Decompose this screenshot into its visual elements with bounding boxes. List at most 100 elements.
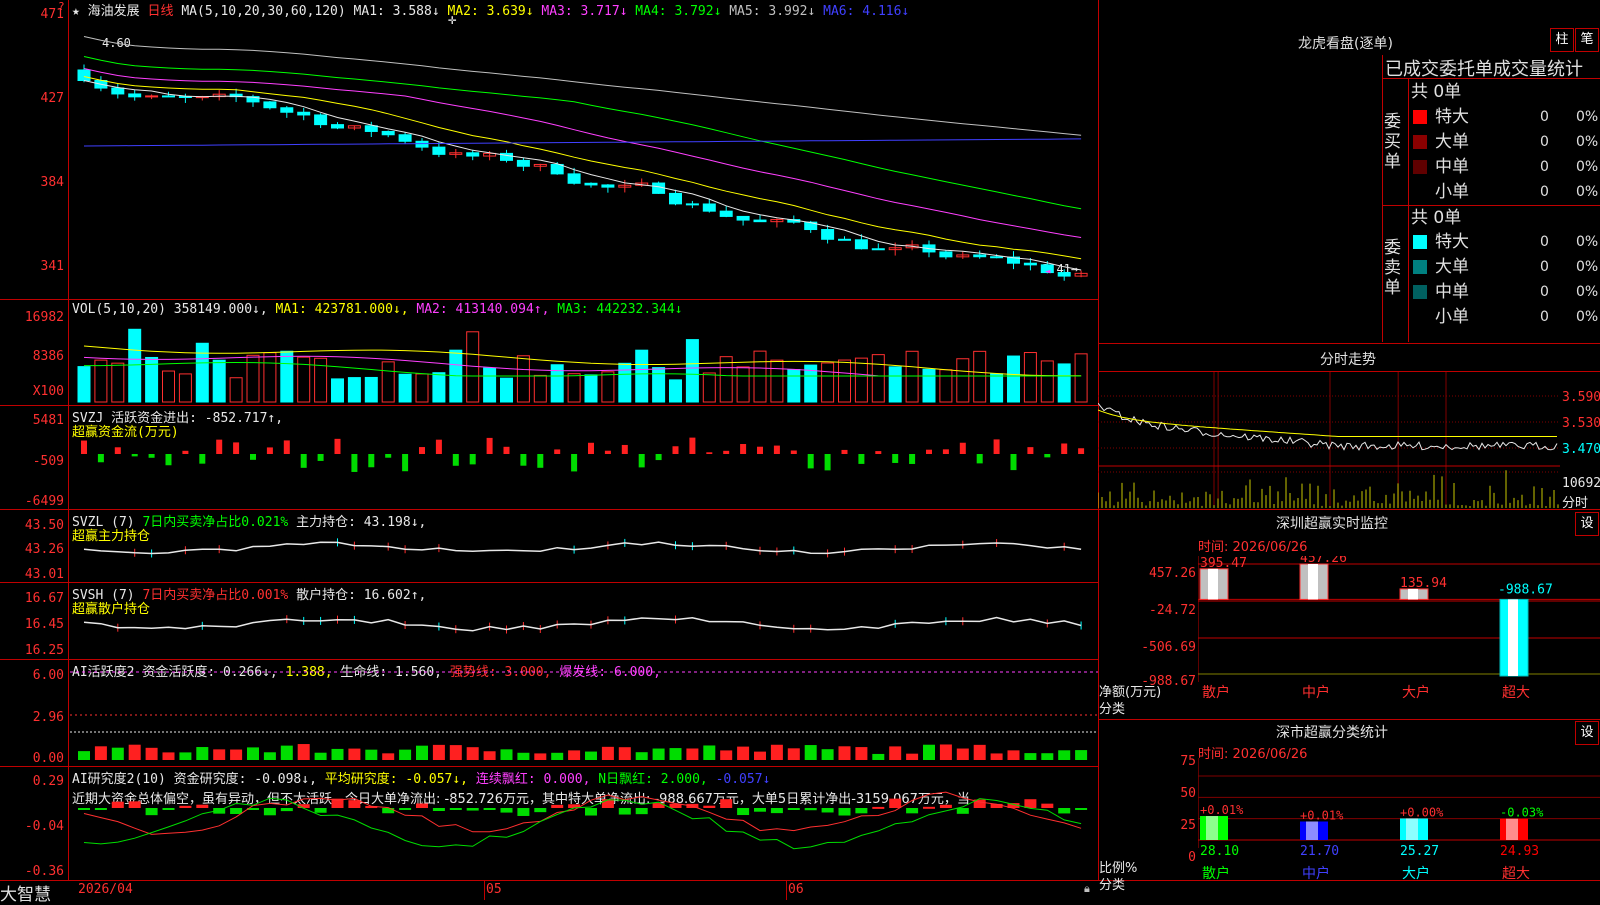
activity-bar bbox=[838, 746, 851, 760]
fund-flow-bar bbox=[1061, 443, 1068, 454]
monitor-settings-button[interactable]: 设 bbox=[1575, 512, 1599, 536]
candle-body bbox=[432, 146, 446, 155]
app-logo[interactable]: 大智慧 bbox=[0, 880, 51, 905]
ai-active-ytick: 6.00 bbox=[32, 668, 64, 683]
volume-bar bbox=[347, 377, 361, 403]
longhu-divider bbox=[1382, 78, 1600, 79]
volume-bar bbox=[669, 379, 682, 403]
fund-flow-bar bbox=[723, 450, 730, 454]
fund-flow-bar bbox=[790, 450, 797, 454]
classify-category-label: 散户 bbox=[1202, 865, 1230, 882]
activity-bar bbox=[703, 745, 716, 760]
monitor-category-label: 散户 bbox=[1202, 684, 1230, 701]
volume-bar bbox=[94, 359, 108, 403]
classify-settings-button[interactable]: 设 bbox=[1575, 721, 1599, 745]
monitor-bottom-border bbox=[1098, 719, 1600, 720]
divider-svzl-svsh bbox=[0, 582, 1098, 583]
period-label[interactable]: 日线 bbox=[148, 4, 174, 19]
classify-change-label: +0.01% bbox=[1200, 803, 1244, 817]
info-marker-icon[interactable]: ? bbox=[58, 0, 65, 13]
fund-flow-bar bbox=[351, 454, 358, 472]
volume-bar bbox=[787, 369, 801, 403]
fund-flow-bar bbox=[368, 454, 375, 468]
research-bar bbox=[855, 808, 868, 814]
fund-flow-bar bbox=[638, 454, 645, 468]
fund-flow-bar bbox=[926, 449, 932, 454]
sell-row-label: 特大 bbox=[1435, 232, 1469, 252]
fund-flow-bar bbox=[216, 439, 223, 454]
price-candles-svg[interactable]: ◄ bbox=[70, 18, 1098, 298]
volume-bars-svg[interactable] bbox=[70, 316, 1098, 404]
activity-bar bbox=[432, 744, 445, 760]
sell-row-label: 小单 bbox=[1435, 307, 1469, 327]
sell-total: 共 0单 bbox=[1411, 208, 1462, 228]
activity-bar bbox=[720, 750, 733, 760]
activity-bar bbox=[466, 747, 479, 760]
activity-bar bbox=[365, 749, 378, 760]
lock-icon[interactable]: 🔒︎ bbox=[1084, 882, 1090, 896]
classify-value-label: 24.93 bbox=[1500, 844, 1539, 859]
candle-body bbox=[1023, 262, 1037, 266]
activity-bar bbox=[652, 748, 665, 760]
classify-change-label: +0.00% bbox=[1400, 805, 1444, 819]
activity-bar bbox=[635, 752, 648, 760]
star-icon[interactable]: ★ bbox=[72, 4, 80, 19]
ai-active-svg[interactable] bbox=[70, 670, 1098, 765]
longhu-left-border bbox=[1382, 55, 1383, 342]
bar-view-button[interactable]: 柱 bbox=[1550, 28, 1574, 52]
tick-view-button[interactable]: 笔 bbox=[1575, 28, 1599, 52]
volume-bar bbox=[567, 373, 581, 403]
svzl-line-svg[interactable] bbox=[70, 520, 1098, 582]
volume-bar bbox=[838, 359, 851, 403]
intraday-ytick: 3.590 bbox=[1562, 390, 1600, 405]
classify-bar-highlight bbox=[1406, 818, 1418, 840]
vol-panel-header: VOL(5,10,20) 358149.000↓, MA1: 423781.00… bbox=[72, 302, 683, 317]
divider-ai-research bbox=[0, 766, 1098, 767]
activity-bar bbox=[382, 753, 395, 760]
fund-flow-bar bbox=[892, 454, 899, 463]
activity-bar bbox=[230, 749, 243, 760]
candle-body bbox=[128, 93, 142, 98]
monitor-bars-svg[interactable]: 395.47 散户 457.26 中户 135.94 大户 -988.67 超大 bbox=[1198, 556, 1600, 720]
x-axis-label: 06 bbox=[788, 882, 804, 897]
activity-bar bbox=[1007, 750, 1020, 760]
buy-color-swatch bbox=[1413, 110, 1427, 124]
vol-ma3: MA3: 442232.344↓ bbox=[557, 302, 683, 317]
research-bar bbox=[787, 808, 800, 810]
svzl-ytick: 43.50 bbox=[24, 518, 64, 533]
research-bar bbox=[128, 801, 141, 808]
fund-flow-bar bbox=[655, 454, 662, 461]
volume-bar bbox=[111, 362, 125, 403]
activity-bar bbox=[601, 746, 614, 760]
volume-bar bbox=[1007, 355, 1020, 403]
intraday-price-line bbox=[1098, 402, 1558, 451]
svsh-line-svg[interactable] bbox=[70, 594, 1098, 658]
classify-xlabel: 分类 bbox=[1099, 878, 1126, 893]
activity-bar bbox=[855, 747, 868, 760]
fund-flow-bar bbox=[554, 449, 561, 454]
intraday-svg[interactable] bbox=[1098, 372, 1560, 509]
fund-flow-bar bbox=[689, 437, 696, 454]
activity-bar bbox=[348, 748, 361, 760]
activity-bar bbox=[973, 744, 986, 760]
volume-bar bbox=[178, 373, 192, 403]
volume-bar bbox=[601, 371, 615, 403]
volume-bar bbox=[229, 377, 243, 403]
fund-flow-bar bbox=[571, 454, 578, 472]
fund-flow-bar bbox=[334, 438, 341, 454]
classify-bars-svg[interactable]: +0.01% 28.10 散户 +0.01% 21.70 中户 +0.00% 25.27 大户 -… bbox=[1198, 758, 1600, 900]
monitor-bar-label: -988.67 bbox=[1498, 582, 1553, 597]
fund-flow-bar bbox=[283, 440, 290, 454]
price-ytick: 471 bbox=[40, 7, 64, 22]
volume-bar bbox=[922, 368, 936, 403]
activity-bar bbox=[517, 752, 530, 760]
marker-icon: ◄ bbox=[1045, 267, 1051, 277]
ma-values: MA1: 3.588↓ MA2: 3.639↓ MA3: 3.717↓ MA4:… bbox=[354, 4, 910, 19]
buy-color-swatch bbox=[1413, 160, 1427, 174]
svzj-ytick: 5481 bbox=[32, 413, 64, 428]
svzj-bars-svg[interactable] bbox=[70, 418, 1098, 508]
sell-row-count: 0 bbox=[1540, 284, 1549, 300]
ai-research-svg[interactable] bbox=[70, 784, 1098, 879]
candle-body bbox=[736, 215, 750, 221]
fund-flow-bar bbox=[1010, 454, 1017, 471]
